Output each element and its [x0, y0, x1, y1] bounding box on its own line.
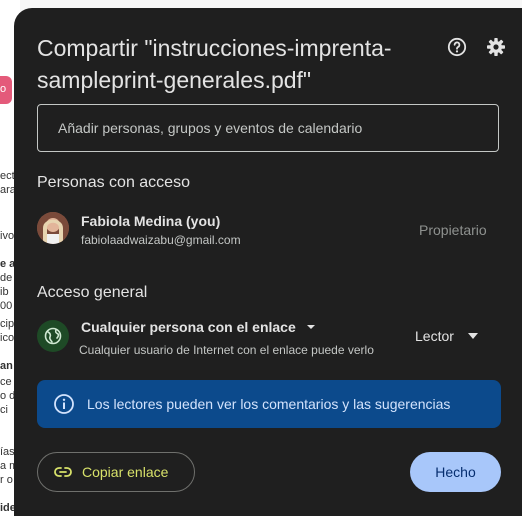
help-circle-icon[interactable] [446, 36, 468, 58]
info-banner: Los lectores pueden ver los comentarios … [37, 380, 501, 428]
dialog-title: Compartir "instrucciones-imprenta-sample… [37, 35, 392, 93]
background-text: o d [0, 390, 16, 402]
background-text: ivo [0, 230, 15, 242]
background-text: r o [0, 474, 13, 486]
background-text: ce [0, 376, 12, 388]
info-icon [54, 394, 74, 414]
role-label: Lector [415, 328, 454, 344]
owner-role-label: Propietario [419, 222, 487, 238]
person-name: Fabiola Medina (you) [81, 213, 221, 229]
general-access-dropdown[interactable]: Cualquier persona con el enlace [81, 319, 316, 335]
chevron-down-icon [467, 333, 478, 339]
copy-link-label: Copiar enlace [82, 464, 169, 480]
add-people-placeholder: Añadir personas, grupos y eventos de cal… [58, 120, 363, 136]
add-people-input[interactable]: Añadir personas, grupos y eventos de cal… [37, 104, 499, 152]
background-text: 00 [0, 300, 13, 312]
people-section-title: Personas con acceso [37, 174, 190, 191]
globe-icon [37, 320, 69, 352]
gear-icon[interactable] [485, 36, 507, 58]
link-icon [54, 467, 72, 477]
done-label: Hecho [435, 464, 476, 480]
background-text: e a [0, 258, 16, 270]
background-text: ib [0, 286, 9, 298]
background-text: ect [0, 170, 15, 182]
done-button[interactable]: Hecho [410, 452, 501, 492]
person-email: fabiolaadwaizabu@gmail.com [81, 233, 241, 247]
background-text: ías [0, 446, 15, 458]
general-access-description: Cualquier usuario de Internet con el enl… [79, 343, 374, 357]
background-text: cip [0, 318, 15, 330]
info-banner-text: Los lectores pueden ver los comentarios … [87, 396, 451, 412]
copy-link-button[interactable]: Copiar enlace [37, 452, 195, 492]
avatar [37, 212, 69, 244]
background-text: ico [0, 332, 15, 344]
role-dropdown[interactable]: Lector [415, 328, 478, 344]
background-text: an [0, 360, 13, 372]
background-text: de [0, 272, 13, 284]
share-dialog: Compartir "instrucciones-imprenta-sample… [14, 8, 522, 516]
general-access-option: Cualquier persona con el enlace [81, 319, 296, 335]
background-text: ci [0, 404, 8, 416]
general-access-title: Acceso general [37, 284, 148, 301]
chevron-down-icon [306, 325, 315, 329]
background-text: o [0, 83, 7, 95]
